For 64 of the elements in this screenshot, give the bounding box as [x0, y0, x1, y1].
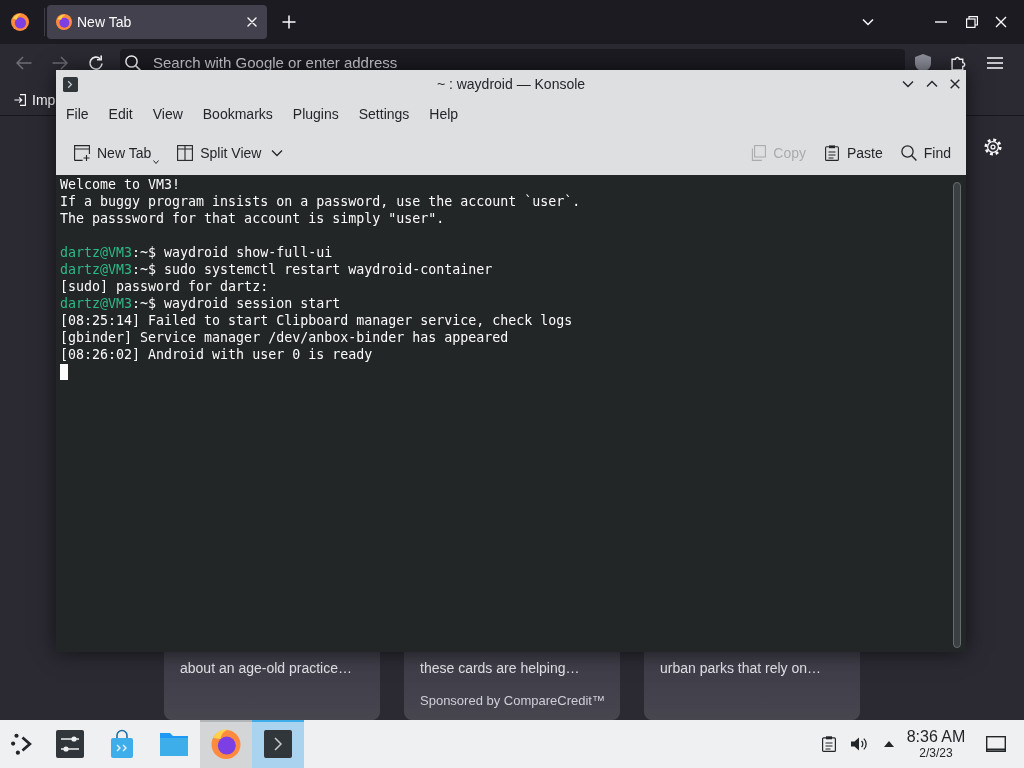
search-icon: [125, 55, 141, 71]
close-icon[interactable]: [950, 79, 960, 89]
clipboard-icon[interactable]: [822, 736, 836, 752]
terminal-icon[interactable]: [63, 76, 78, 92]
clock-date[interactable]: 2/3/23: [919, 746, 953, 760]
toolbar-button[interactable]: New Tab: [66, 140, 168, 165]
story-excerpt: about an age-old practice…: [180, 659, 352, 678]
columns-icon: [177, 144, 194, 161]
terminal-icon: [262, 728, 294, 760]
copy-icon: [750, 144, 767, 161]
terminal-line: dartz@VM3:~$ waydroid session start: [60, 296, 341, 311]
terminal-line: [sudo] password for dartz:: [60, 279, 269, 294]
cursor-icon: [60, 364, 68, 380]
browser-icon[interactable]: [11, 13, 29, 31]
menu-item[interactable]: Settings: [348, 106, 420, 122]
plus-icon[interactable]: [282, 15, 296, 29]
browser-icon: [210, 728, 242, 760]
menu-item[interactable]: Help: [419, 106, 469, 122]
menu-icon[interactable]: [987, 57, 1003, 69]
terminal-line: If a buggy program insists on a password, use the account `user`.: [60, 194, 581, 209]
menu-item[interactable]: File: [56, 106, 99, 122]
task-button[interactable]: [252, 720, 304, 768]
clipboard-icon: [823, 144, 840, 161]
terminal-line: Welcome to VM3!: [60, 177, 181, 192]
terminal-line: [08:26:02] Android with user 0 is ready: [60, 347, 373, 362]
window-title: ~ : waydroid — Konsole: [436, 76, 586, 92]
chevron-down-icon[interactable]: [902, 80, 914, 88]
menu-item[interactable]: Bookmarks: [192, 106, 283, 122]
story-card[interactable]: urban parks that rely on…: [644, 652, 860, 720]
import-icon: [14, 93, 26, 106]
reload-icon[interactable]: [88, 55, 104, 71]
settings-icon[interactable]: [984, 138, 1002, 156]
browser-icon: [56, 14, 72, 30]
restore-icon[interactable]: [966, 16, 978, 28]
scrollbar[interactable]: [953, 182, 961, 648]
bookmark-item[interactable]: Imp: [14, 91, 56, 108]
toolbar-button[interactable]: Find: [892, 140, 959, 165]
menu-item[interactable]: View: [142, 106, 193, 122]
launcher-icon: [11, 733, 33, 755]
search-icon: [900, 144, 917, 161]
sliders-icon: [54, 728, 86, 760]
window-outline-icon[interactable]: [986, 736, 1006, 752]
chevron-up-icon[interactable]: [926, 80, 938, 88]
clock-time[interactable]: 8:36 AM: [906, 728, 966, 746]
story-excerpt: these cards are helping…: [420, 659, 580, 678]
terminal-line: [gbinder] Service manager /dev/anbox-binder has appeared: [60, 330, 509, 345]
shield-icon[interactable]: [915, 54, 931, 72]
menu-item[interactable]: Edit: [98, 106, 143, 122]
browser-tab[interactable]: New Tab: [47, 5, 267, 39]
story-card[interactable]: about an age-old practice…: [164, 652, 380, 720]
puzzle-icon[interactable]: [951, 55, 967, 71]
toolbar-button[interactable]: Paste: [815, 140, 891, 165]
toolbar-button[interactable]: Split View: [169, 140, 292, 165]
menu-item[interactable]: Plugins: [282, 106, 349, 122]
caret-up-icon[interactable]: [884, 741, 894, 747]
tab-plus-icon: [74, 144, 90, 161]
story-excerpt: urban parks that rely on…: [660, 659, 822, 678]
story-card[interactable]: these cards are helping… Sponsored by CompareCredit™: [404, 652, 620, 720]
sponsor-label: Sponsored by CompareCredit™: [420, 692, 605, 710]
terminal-line: [08:25:14] Failed to start Clipboard manager service, check logs: [60, 313, 573, 328]
terminal-line: dartz@VM3:~$ waydroid show-full-ui: [60, 245, 333, 260]
terminal-line: The passsword for that account is simply "user".: [60, 211, 445, 226]
terminal-line: dartz@VM3:~$ sudo systemctl restart waydroid-container: [60, 262, 493, 277]
volume-icon[interactable]: [851, 736, 867, 752]
